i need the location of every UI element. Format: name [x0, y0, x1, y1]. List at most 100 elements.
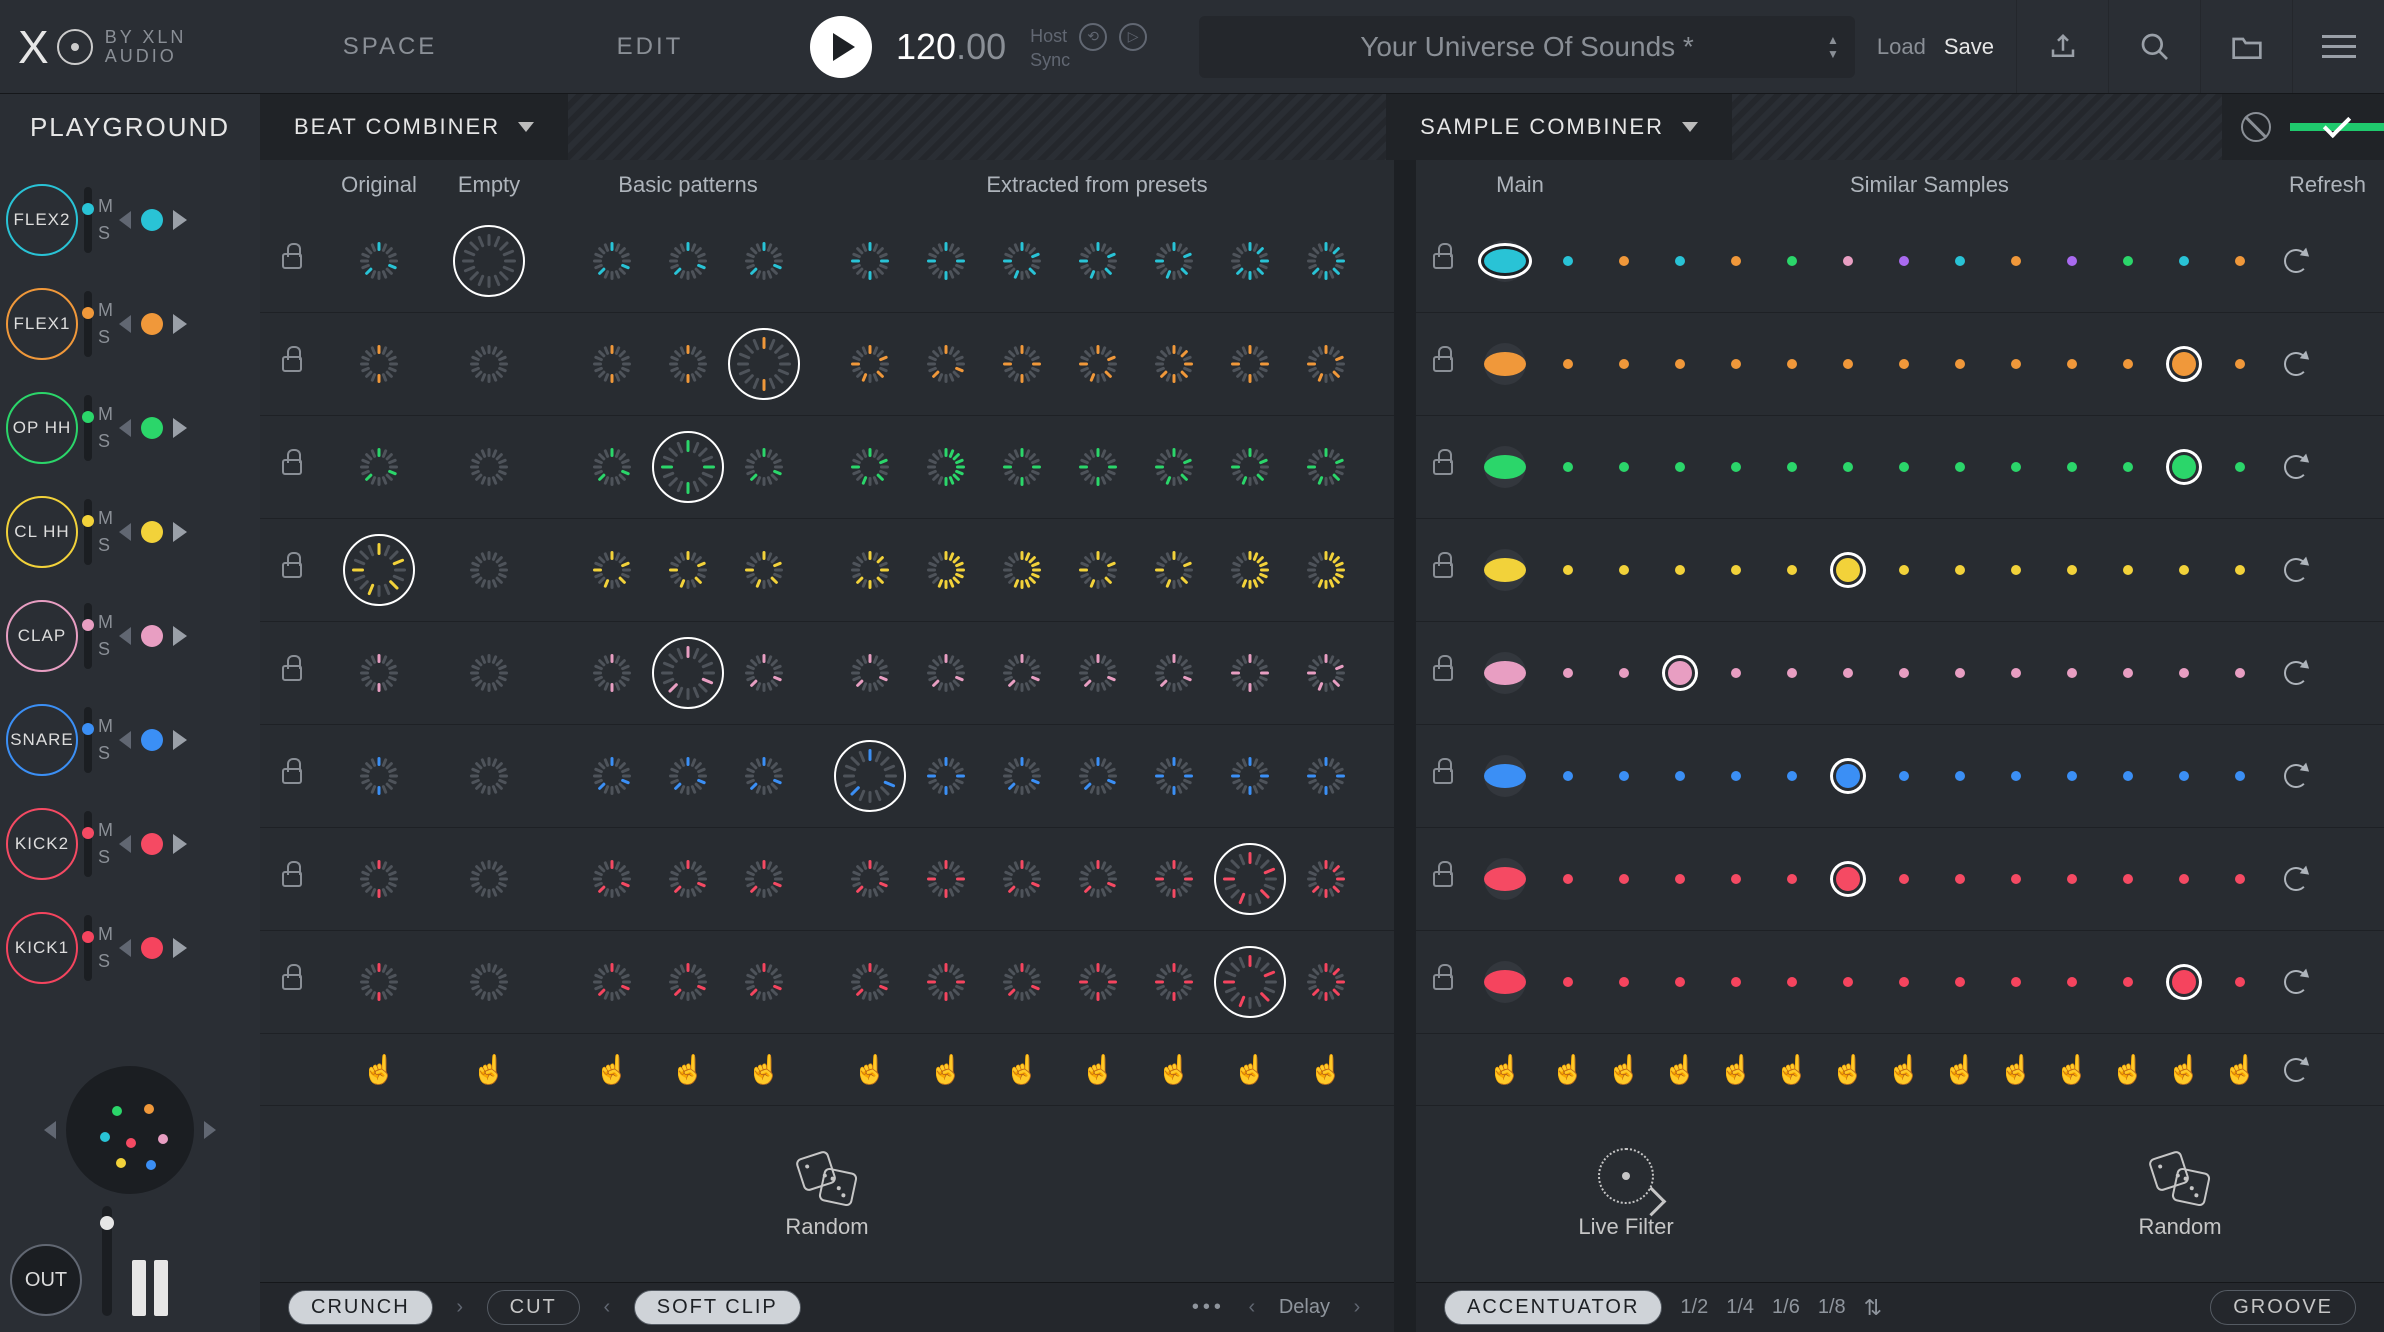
sample-dot[interactable] — [1675, 359, 1685, 369]
sample-dot[interactable] — [2011, 565, 2021, 575]
select-column-icon[interactable]: ☝ — [1081, 1053, 1116, 1086]
select-column-icon[interactable]: ☝ — [1831, 1053, 1866, 1086]
tab-edit[interactable]: EDIT — [520, 0, 780, 93]
beat-pattern[interactable] — [654, 433, 722, 501]
beat-pattern[interactable] — [1226, 237, 1274, 285]
beat-pattern[interactable] — [1226, 752, 1274, 800]
beat-pattern[interactable] — [1150, 855, 1198, 903]
sample-dot[interactable] — [1899, 668, 1909, 678]
sample-dot[interactable] — [2172, 970, 2196, 994]
select-column-icon[interactable]: ☝ — [1719, 1053, 1754, 1086]
sample-dot[interactable] — [1563, 668, 1573, 678]
search-icon[interactable] — [2108, 0, 2200, 93]
sample-dot[interactable] — [1675, 874, 1685, 884]
beat-pattern[interactable] — [465, 958, 513, 1006]
sample-dot[interactable] — [1668, 661, 1692, 685]
live-filter-button[interactable]: Live Filter — [1578, 1148, 1673, 1240]
refresh-button[interactable]: Refresh — [2289, 172, 2384, 198]
select-column-icon[interactable]: ☝ — [2055, 1053, 2090, 1086]
sample-dot[interactable] — [1787, 874, 1797, 884]
beat-pattern[interactable] — [465, 752, 513, 800]
sample-dot[interactable] — [1836, 764, 1860, 788]
beat-pattern[interactable] — [998, 443, 1046, 491]
beat-pattern[interactable] — [922, 340, 970, 388]
sample-dot[interactable] — [2179, 771, 2189, 781]
track-label[interactable]: KICK2 — [6, 808, 78, 880]
sample-dot[interactable] — [2235, 359, 2245, 369]
beat-pattern[interactable] — [846, 649, 894, 697]
beat-pattern[interactable] — [1074, 237, 1122, 285]
row-refresh-button[interactable] — [2268, 867, 2324, 891]
sample-dot[interactable] — [1675, 462, 1685, 472]
solo-button[interactable]: S — [98, 639, 113, 660]
more-icon[interactable]: ••• — [1192, 1296, 1225, 1319]
sample-dot[interactable] — [2235, 668, 2245, 678]
sample-dot[interactable] — [2123, 977, 2133, 987]
solo-button[interactable]: S — [98, 223, 113, 244]
beat-pattern[interactable] — [846, 855, 894, 903]
sample-dot[interactable] — [1955, 359, 1965, 369]
sample-dot[interactable] — [1619, 462, 1629, 472]
sample-dot[interactable] — [1843, 359, 1853, 369]
fx-next[interactable]: › — [1348, 1296, 1366, 1319]
mute-button[interactable]: M — [98, 716, 113, 737]
sample-dot[interactable] — [1731, 359, 1741, 369]
sample-dot[interactable] — [1787, 256, 1797, 266]
sample-dot[interactable] — [1563, 874, 1573, 884]
folder-icon[interactable] — [2200, 0, 2292, 93]
row-refresh-button[interactable] — [2268, 661, 2324, 685]
beat-pattern[interactable] — [1074, 443, 1122, 491]
select-column-icon[interactable]: ☝ — [1005, 1053, 1040, 1086]
track-prev[interactable] — [119, 523, 131, 541]
beat-pattern[interactable] — [922, 649, 970, 697]
sample-dot[interactable] — [2235, 565, 2245, 575]
beat-pattern[interactable] — [846, 958, 894, 1006]
beat-pattern[interactable] — [1074, 752, 1122, 800]
track-color-dot[interactable] — [141, 209, 163, 231]
track-volume-slider[interactable]: .track:nth-child(7) .track-slider::after… — [84, 811, 92, 877]
mute-button[interactable]: M — [98, 820, 113, 841]
track-volume-slider[interactable]: .track:nth-child(1) .track-slider::after… — [84, 187, 92, 253]
beat-pattern[interactable] — [1302, 340, 1350, 388]
lock-button[interactable] — [260, 356, 324, 372]
beat-pattern[interactable] — [922, 237, 970, 285]
solo-button[interactable]: S — [98, 535, 113, 556]
sample-dot[interactable] — [1675, 977, 1685, 987]
track-play[interactable] — [173, 418, 187, 438]
beat-pattern[interactable] — [355, 443, 403, 491]
mute-button[interactable]: M — [98, 196, 113, 217]
beat-pattern[interactable] — [664, 855, 712, 903]
fx-crunch-chip[interactable]: CRUNCH — [288, 1290, 433, 1325]
sample-dot[interactable] — [1899, 874, 1909, 884]
beat-pattern[interactable] — [740, 855, 788, 903]
track-play[interactable] — [173, 730, 187, 750]
sample-dot[interactable] — [2123, 565, 2133, 575]
fx-groove-chip[interactable]: GROOVE — [2210, 1290, 2356, 1325]
beat-pattern[interactable] — [1216, 845, 1284, 913]
sample-dot[interactable] — [1955, 874, 1965, 884]
sample-dot[interactable] — [1563, 256, 1573, 266]
beat-pattern[interactable] — [1302, 546, 1350, 594]
beat-pattern[interactable] — [740, 958, 788, 1006]
sample-dot[interactable] — [1731, 874, 1741, 884]
beat-pattern[interactable] — [998, 855, 1046, 903]
sample-dot[interactable] — [2067, 256, 2077, 266]
track-label[interactable]: FLEX1 — [6, 288, 78, 360]
solo-button[interactable]: S — [98, 743, 113, 764]
load-button[interactable]: Load — [1877, 34, 1926, 60]
track-volume-slider[interactable]: .track:nth-child(4) .track-slider::after… — [84, 499, 92, 565]
sample-dot[interactable] — [1563, 565, 1573, 575]
xy-pad[interactable] — [66, 1066, 194, 1194]
lock-button[interactable] — [1416, 665, 1470, 681]
sample-dot[interactable] — [1563, 462, 1573, 472]
row-refresh-button[interactable] — [2268, 558, 2324, 582]
xy-prev[interactable] — [44, 1121, 56, 1139]
sample-dot[interactable] — [1899, 256, 1909, 266]
beat-pattern[interactable] — [664, 958, 712, 1006]
fx-delay[interactable]: Delay — [1279, 1296, 1330, 1319]
lock-button[interactable] — [1416, 974, 1470, 990]
fx-prev[interactable]: ‹ — [1243, 1296, 1261, 1319]
sample-dot[interactable] — [1787, 977, 1797, 987]
beat-pattern[interactable] — [1302, 752, 1350, 800]
beat-pattern[interactable] — [465, 443, 513, 491]
